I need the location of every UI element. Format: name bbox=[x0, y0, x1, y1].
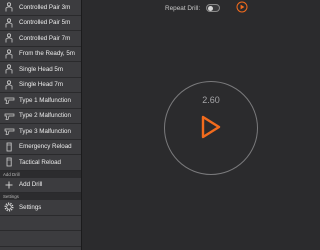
sidebar-item-settings[interactable]: Settings bbox=[0, 200, 81, 216]
target-figure-icon bbox=[3, 79, 15, 91]
empty-row bbox=[0, 231, 81, 247]
sidebar-item-drill[interactable]: Type 3 Malfunction bbox=[0, 124, 81, 140]
target-figure-icon bbox=[3, 17, 15, 29]
sidebar-item-drill[interactable]: Single Head 7m bbox=[0, 77, 81, 93]
play-circle-icon[interactable] bbox=[236, 1, 248, 13]
sidebar-item-add-drill[interactable]: Add Drill bbox=[0, 177, 81, 193]
sidebar-item-label: Controlled Pair 5m bbox=[19, 19, 71, 27]
empty-row bbox=[0, 246, 81, 250]
target-figure-icon bbox=[3, 63, 15, 75]
target-figure-icon bbox=[3, 1, 15, 13]
start-drill-play-icon[interactable] bbox=[200, 114, 222, 140]
plus-icon bbox=[3, 179, 15, 191]
repeat-drill-control: Repeat Drill: bbox=[165, 2, 221, 14]
pistol-icon bbox=[3, 94, 15, 106]
sidebar-item-drill[interactable]: Tactical Reload bbox=[0, 155, 81, 171]
pistol-icon bbox=[3, 110, 15, 122]
sidebar-item-label: Tactical Reload bbox=[19, 158, 61, 166]
target-figure-icon bbox=[3, 48, 15, 60]
sidebar-item-label: From the Ready, 5m bbox=[19, 50, 75, 58]
magazine-icon bbox=[3, 141, 15, 153]
sidebar-item-drill[interactable]: From the Ready, 5m bbox=[0, 46, 81, 62]
sidebar-item-label: Type 1 Malfunction bbox=[19, 96, 71, 104]
add-drill-section-header: Add Drill bbox=[0, 170, 81, 178]
sidebar-item-label: Emergency Reload bbox=[19, 143, 72, 151]
sidebar-item-label: Controlled Pair 7m bbox=[19, 34, 71, 42]
sidebar-item-label: Controlled Pair 3m bbox=[19, 3, 71, 11]
timer-time: 2.60 bbox=[202, 95, 220, 105]
empty-row bbox=[0, 215, 81, 231]
sidebar-item-drill[interactable]: Type 2 Malfunction bbox=[0, 108, 81, 124]
gear-icon bbox=[3, 201, 15, 213]
repeat-drill-toggle[interactable] bbox=[206, 4, 221, 12]
sidebar-item-label: Type 2 Malfunction bbox=[19, 112, 71, 120]
pistol-icon bbox=[3, 125, 15, 137]
target-figure-icon bbox=[3, 32, 15, 44]
sidebar-item-label: Add Drill bbox=[19, 181, 43, 189]
sidebar-item-drill[interactable]: Controlled Pair 7m bbox=[0, 31, 81, 47]
drill-sidebar: Controlled Pair 3m Controlled Pair 5m Cont… bbox=[0, 0, 82, 250]
magazine-icon bbox=[3, 156, 15, 168]
settings-section-header: Settings bbox=[0, 193, 81, 200]
sidebar-item-label: Settings bbox=[19, 203, 42, 211]
sidebar-item-drill[interactable]: Controlled Pair 3m bbox=[0, 0, 81, 16]
sidebar-item-drill[interactable]: Controlled Pair 5m bbox=[0, 15, 81, 31]
sidebar-item-label: Single Head 5m bbox=[19, 65, 64, 73]
sidebar-item-drill[interactable]: Type 1 Malfunction bbox=[0, 93, 81, 109]
sidebar-item-label: Type 3 Malfunction bbox=[19, 127, 71, 135]
sidebar-item-drill[interactable]: Single Head 5m bbox=[0, 62, 81, 78]
repeat-drill-label: Repeat Drill: bbox=[165, 4, 201, 12]
sidebar-item-drill[interactable]: Emergency Reload bbox=[0, 139, 81, 155]
sidebar-item-label: Single Head 7m bbox=[19, 81, 64, 89]
